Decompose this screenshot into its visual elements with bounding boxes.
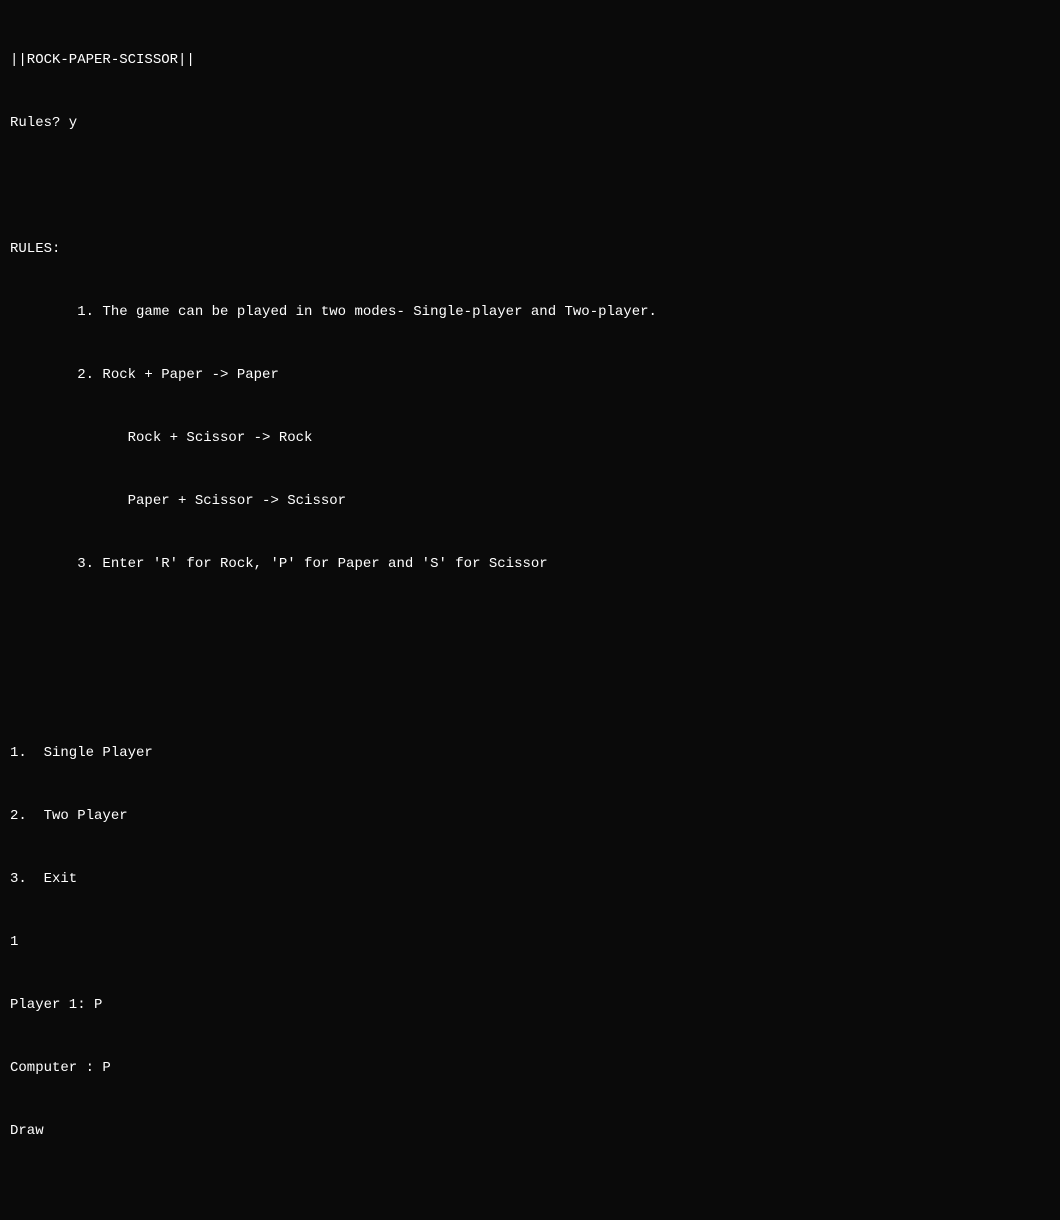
blank-line-1 <box>10 176 1050 197</box>
blank-line-2 <box>10 617 1050 638</box>
rule-2: 2. Rock + Paper -> Paper <box>10 365 1050 386</box>
title-line: ||ROCK-PAPER-SCISSOR|| <box>10 50 1050 71</box>
rule-3: 3. Enter 'R' for Rock, 'P' for Paper and… <box>10 554 1050 575</box>
menu1-item2: 2. Two Player <box>10 806 1050 827</box>
rules-header: RULES: <box>10 239 1050 260</box>
user-choice: 1 <box>10 932 1050 953</box>
player1-move: Player 1: P <box>10 995 1050 1016</box>
game-result: Draw <box>10 1121 1050 1142</box>
rules-prompt: Rules? y <box>10 113 1050 134</box>
terminal-window: ||ROCK-PAPER-SCISSOR|| Rules? y RULES: 1… <box>10 8 1050 1220</box>
blank-line-3 <box>10 680 1050 701</box>
menu1-item3: 3. Exit <box>10 869 1050 890</box>
rule-2a: Rock + Scissor -> Rock <box>10 428 1050 449</box>
blank-line-4 <box>10 1184 1050 1205</box>
rule-1: 1. The game can be played in two modes- … <box>10 302 1050 323</box>
computer-move: Computer : P <box>10 1058 1050 1079</box>
menu1-item1: 1. Single Player <box>10 743 1050 764</box>
rule-2b: Paper + Scissor -> Scissor <box>10 491 1050 512</box>
